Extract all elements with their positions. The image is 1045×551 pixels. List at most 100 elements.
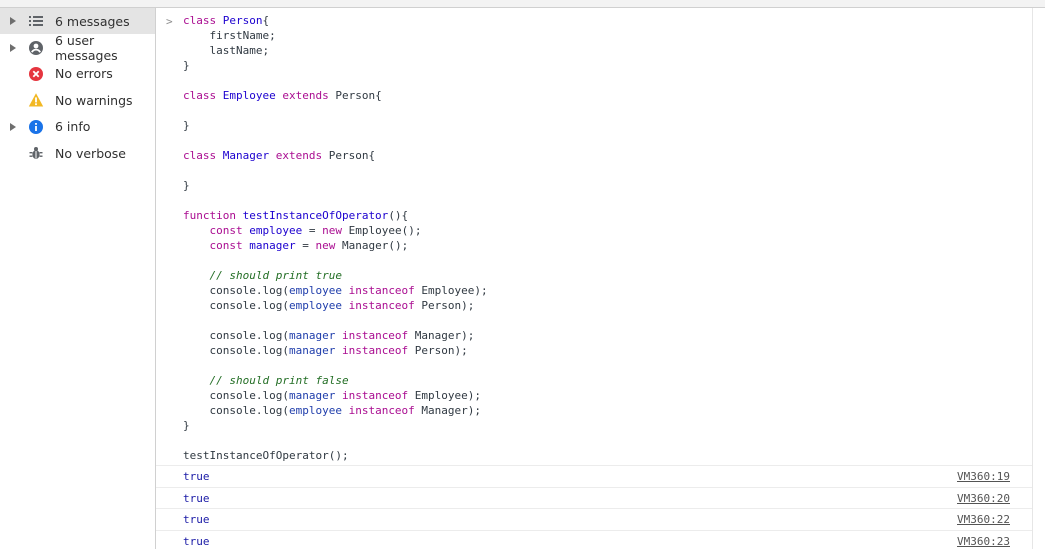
code-line: class Person{ [183, 13, 488, 28]
code-line: console.log(employee instanceof Manager)… [183, 403, 488, 418]
warning-icon [28, 92, 44, 108]
code-line [183, 73, 488, 88]
code-line: class Employee extends Person{ [183, 88, 488, 103]
console-input-code[interactable]: class Person{ firstName; lastName;} class… [183, 13, 488, 463]
code-token [335, 344, 342, 357]
code-token: Person{ [329, 89, 382, 102]
sidebar-item-bug[interactable]: No verbose [0, 140, 155, 166]
code-line: // should print true [183, 268, 488, 283]
code-token: Manager); [415, 404, 481, 417]
code-token: console.log( [183, 299, 289, 312]
log-source-link[interactable]: VM360:19 [957, 470, 1010, 483]
code-token: } [183, 59, 190, 72]
info-icon [28, 119, 44, 135]
bug-icon [28, 145, 44, 161]
expand-arrow-icon[interactable] [10, 123, 16, 131]
code-line: console.log(employee instanceof Person); [183, 298, 488, 313]
log-value: true [183, 492, 210, 505]
console-log-row: true VM360:23 [156, 530, 1032, 551]
code-token: } [183, 119, 190, 132]
code-token: employee [249, 224, 302, 237]
code-line: } [183, 118, 488, 133]
console-sidebar: 6 messages 6 user messagesNo errorsNo war… [0, 8, 156, 549]
code-line: lastName; [183, 43, 488, 58]
code-line: console.log(manager instanceof Person); [183, 343, 488, 358]
code-token: // should print true [210, 269, 342, 282]
log-value: true [183, 535, 210, 548]
code-token [342, 299, 349, 312]
code-token: instanceof [342, 344, 408, 357]
code-line: // should print false [183, 373, 488, 388]
log-source-link[interactable]: VM360:22 [957, 513, 1010, 526]
sidebar-item-list[interactable]: 6 messages [0, 8, 155, 34]
code-line: } [183, 418, 488, 433]
code-line: const employee = new Employee(); [183, 223, 488, 238]
code-token: extends [276, 149, 322, 162]
code-line [183, 133, 488, 148]
code-token: console.log( [183, 404, 289, 417]
code-token: lastName; [183, 44, 269, 57]
code-token: (){ [388, 209, 408, 222]
log-source-link[interactable]: VM360:20 [957, 492, 1010, 505]
code-token: = [302, 224, 322, 237]
code-token: manager [249, 239, 295, 252]
console-scrollbar[interactable] [1032, 8, 1045, 549]
code-line: function testInstanceOfOperator(){ [183, 208, 488, 223]
code-token [183, 239, 210, 252]
code-line [183, 163, 488, 178]
sidebar-item-label: 6 messages [55, 14, 130, 29]
code-token: instanceof [342, 329, 408, 342]
console-log-row: true VM360:20 [156, 487, 1032, 509]
code-token [342, 284, 349, 297]
log-source-link[interactable]: VM360:23 [957, 535, 1010, 548]
code-token: firstName; [183, 29, 276, 42]
code-token: new [322, 224, 342, 237]
code-token: employee [289, 299, 342, 312]
code-token: class [183, 14, 216, 27]
error-icon [28, 66, 44, 82]
log-value: true [183, 470, 210, 483]
sidebar-item-label: 6 user messages [55, 33, 155, 63]
code-token: extends [282, 89, 328, 102]
code-token: Manager); [408, 329, 474, 342]
code-line: firstName; [183, 28, 488, 43]
devtools-toolbar [0, 0, 1045, 8]
code-line: console.log(manager instanceof Employee)… [183, 388, 488, 403]
code-token [269, 149, 276, 162]
code-token: } [183, 179, 190, 192]
sidebar-item-error[interactable]: No errors [0, 61, 155, 87]
expand-arrow-icon[interactable] [10, 17, 16, 25]
code-token [236, 209, 243, 222]
sidebar-item-user[interactable]: 6 user messages [0, 34, 155, 60]
code-token: console.log( [183, 389, 289, 402]
code-line [183, 103, 488, 118]
code-token: Employee(); [342, 224, 421, 237]
code-token: employee [289, 404, 342, 417]
code-token: manager [289, 389, 335, 402]
prompt-chevron-icon: > [166, 15, 173, 28]
code-line: } [183, 58, 488, 73]
sidebar-item-info[interactable]: 6 info [0, 114, 155, 140]
code-token: Employee); [415, 284, 488, 297]
sidebar-item-label: No verbose [55, 146, 126, 161]
code-token: const [210, 239, 243, 252]
code-line [183, 253, 488, 268]
expand-arrow-icon[interactable] [10, 44, 16, 52]
code-line: const manager = new Manager(); [183, 238, 488, 253]
code-token: testInstanceOfOperator [243, 209, 389, 222]
code-token: Person); [408, 344, 468, 357]
sidebar-item-warning[interactable]: No warnings [0, 87, 155, 113]
code-token: console.log( [183, 344, 289, 357]
code-line: testInstanceOfOperator(); [183, 448, 488, 463]
code-token: // should print false [210, 374, 349, 387]
code-token: instanceof [349, 404, 415, 417]
code-token: { [263, 14, 270, 27]
code-token: manager [289, 329, 335, 342]
code-token [183, 374, 210, 387]
console-panel[interactable]: > class Person{ firstName; lastName;}cla… [156, 8, 1032, 549]
code-token: Employee); [408, 389, 481, 402]
code-token: function [183, 209, 236, 222]
code-line [183, 313, 488, 328]
code-token: console.log( [183, 284, 289, 297]
code-token: instanceof [349, 284, 415, 297]
